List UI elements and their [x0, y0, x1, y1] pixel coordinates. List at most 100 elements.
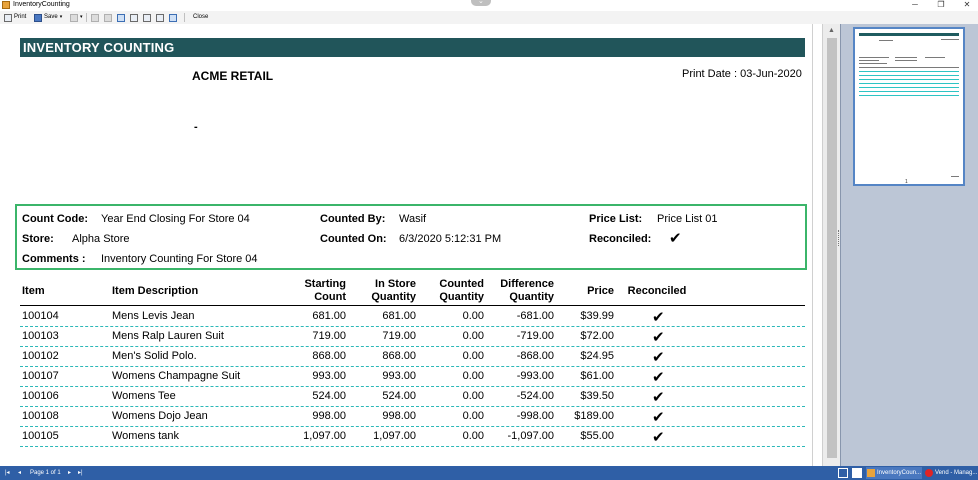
count-code-value: Year End Closing For Store 04: [101, 213, 250, 225]
export-icon: [70, 13, 78, 22]
price-list-label: Price List:: [589, 213, 643, 225]
page-indicator: Page 1 of 1: [30, 470, 61, 476]
item-description: Men's Solid Polo.: [112, 350, 197, 362]
taskbar-item-vend-manager[interactable]: Vend - Manag...: [924, 467, 978, 479]
address-placeholder: -: [194, 121, 198, 133]
table-row: 100107 Womens Champagne Suit 993.00 993.…: [20, 367, 805, 387]
whole-page-button[interactable]: [169, 12, 177, 23]
item-code: 100103: [22, 330, 59, 342]
app-icon: [925, 469, 933, 477]
thumbnail-text-line: [859, 67, 959, 68]
copy-icon: [104, 13, 112, 22]
count-info-panel: Count Code: Year End Closing For Store 0…: [15, 204, 807, 270]
checkmark-icon: ✔: [652, 389, 665, 406]
export-button[interactable]: ▾: [70, 12, 83, 23]
price: $39.99: [580, 310, 614, 322]
window-title: InventoryCounting: [13, 1, 70, 8]
first-page-button[interactable]: |◂: [5, 466, 10, 480]
previous-page-button[interactable]: ◂: [18, 466, 21, 480]
minimize-button[interactable]: ─: [908, 0, 922, 10]
store-label: Store:: [22, 233, 54, 245]
company-name: ACME RETAIL: [192, 69, 274, 83]
print-button[interactable]: Print: [4, 12, 26, 23]
counted-quantity: 0.00: [462, 350, 484, 362]
column-header-counted-quantity: Counted Quantity: [424, 278, 484, 304]
price-list-value: Price List 01: [657, 213, 718, 225]
restore-button[interactable]: ❐: [934, 0, 948, 10]
close-button[interactable]: Close: [193, 12, 208, 23]
layout-button[interactable]: [117, 12, 125, 23]
page-width-button[interactable]: [156, 12, 164, 23]
find-button[interactable]: [130, 12, 138, 23]
price: $55.00: [580, 430, 614, 442]
counted-quantity: 0.00: [462, 390, 484, 402]
taskbar-window-icon[interactable]: [838, 468, 848, 478]
column-header-reconciled: Reconciled: [627, 285, 687, 297]
page-setup-icon: [91, 13, 99, 22]
thumbnail-text-line: [895, 60, 917, 61]
window-titlebar: InventoryCounting ⌄ ─ ❐ ✕: [0, 0, 978, 11]
table-row: 100103 Mens Ralp Lauren Suit 719.00 719.…: [20, 327, 805, 347]
item-code: 100105: [22, 430, 59, 442]
taskbar-window-icon[interactable]: [852, 468, 862, 478]
toolbar: Print Save ▾ ▾ Close: [0, 11, 978, 24]
save-button[interactable]: Save ▾: [34, 12, 62, 23]
column-header-price: Price: [587, 285, 614, 297]
store-value: Alpha Store: [72, 233, 130, 245]
starting-count: 868.00: [312, 350, 346, 362]
thumbnail-page-number: 1: [905, 179, 908, 185]
scrollbar-thumb[interactable]: [827, 38, 837, 458]
starting-count: 1,097.00: [303, 430, 346, 442]
table-row: 100102 Men's Solid Polo. 868.00 868.00 0…: [20, 347, 805, 367]
grid-layout-icon: [117, 13, 125, 22]
count-code-label: Count Code:: [22, 213, 88, 225]
toolbar-separator: [86, 13, 87, 22]
starting-count: 719.00: [312, 330, 346, 342]
thumbnail-row: [859, 79, 959, 80]
thumbnail-text-line: [951, 176, 959, 177]
table-row: 100105 Womens tank 1,097.00 1,097.00 0.0…: [20, 427, 805, 447]
checkmark-icon: ✔: [652, 329, 665, 346]
page-thumbnail[interactable]: [853, 27, 965, 186]
thumbnail-panel: 1: [840, 24, 978, 466]
thumbnail-text-line: [895, 57, 917, 58]
page-setup-button[interactable]: [91, 12, 99, 23]
close-window-button[interactable]: ✕: [960, 0, 974, 10]
print-label: Print: [14, 14, 27, 20]
item-description: Womens tank: [112, 430, 180, 442]
item-description: Womens Dojo Jean: [112, 410, 208, 422]
taskbar-item-inventory-counting[interactable]: InventoryCoun...: [866, 467, 922, 479]
thumbnail-row: [859, 87, 959, 88]
starting-count: 681.00: [312, 310, 346, 322]
dropdown-arrow-icon[interactable]: ▾: [60, 12, 63, 23]
whole-page-icon: [169, 13, 177, 22]
starting-count: 998.00: [312, 410, 346, 422]
header-line-2: Count: [314, 291, 346, 303]
column-header-difference-quantity: Difference Quantity: [484, 278, 554, 304]
print-date: Print Date : 03-Jun-2020: [682, 68, 802, 80]
report-viewer: INVENTORY COUNTING ACME RETAIL Print Dat…: [0, 24, 822, 466]
thumbnail-row: [859, 71, 959, 72]
counted-by-label: Counted By:: [320, 213, 386, 225]
last-page-button[interactable]: ▸|: [78, 466, 83, 480]
item-description: Womens Champagne Suit: [112, 370, 241, 382]
next-page-button[interactable]: ▸: [68, 466, 71, 480]
table-row: 100104 Mens Levis Jean 681.00 681.00 0.0…: [20, 307, 805, 327]
thumbnail-row: [859, 91, 959, 92]
column-header-starting-count: Starting Count: [286, 278, 346, 304]
ribbon-toggle-button[interactable]: ⌄: [471, 0, 491, 6]
single-page-button[interactable]: [143, 12, 151, 23]
copy-button[interactable]: [104, 12, 112, 23]
checkmark-icon: ✔: [652, 409, 665, 426]
binoculars-icon: [130, 13, 138, 22]
thumbnail-text-line: [941, 39, 959, 40]
thumbnail-row: [859, 75, 959, 76]
thumbnail-text-line: [859, 57, 889, 58]
reconciled-label: Reconciled:: [589, 233, 652, 245]
scroll-up-icon[interactable]: ▲: [828, 27, 835, 34]
checkmark-icon: ✔: [652, 429, 665, 446]
header-line-2: Quantity: [509, 291, 554, 303]
page-edge: [812, 24, 813, 466]
dropdown-arrow-icon[interactable]: ▾: [80, 12, 83, 23]
checkmark-icon: ✔: [669, 230, 682, 247]
